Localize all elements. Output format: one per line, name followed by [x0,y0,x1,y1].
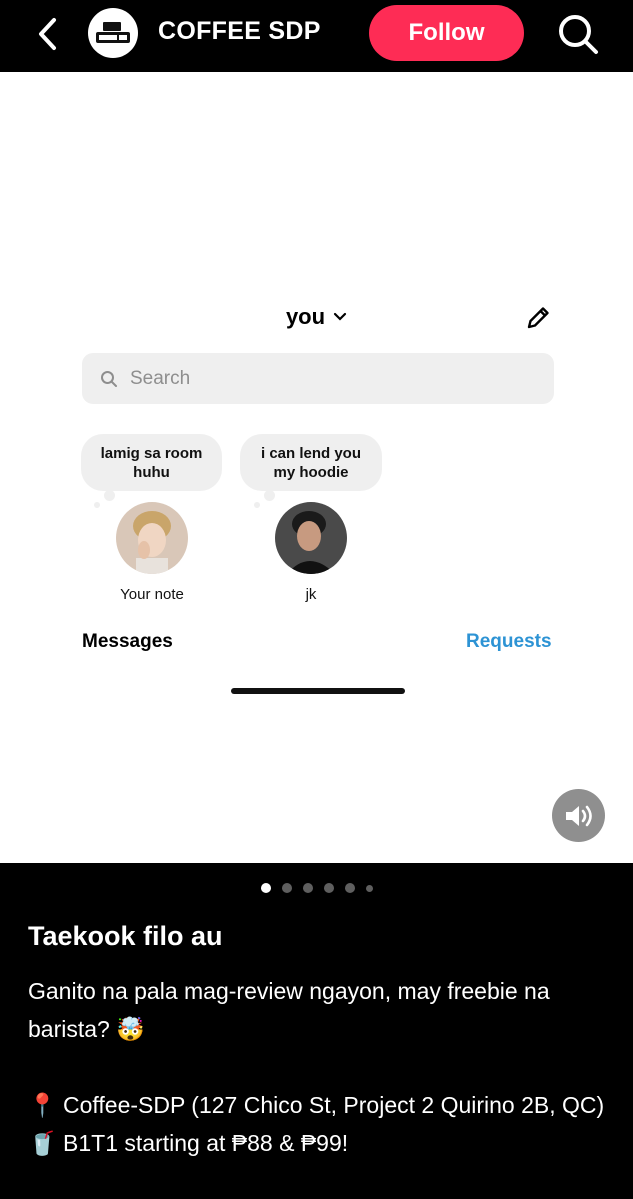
caption-line [28,1048,608,1086]
note-bubble-tail [94,502,100,508]
note-text: i can lend you my hoodie [260,444,362,481]
dm-username-label: you [285,304,326,329]
chevron-down-icon [333,312,347,321]
note-bubble-tail [254,502,260,508]
carousel-dot [365,884,373,892]
caption-line: 🥤 B1T1 starting at ₱88 & ₱99! [28,1130,349,1156]
home-indicator [231,688,405,694]
account-avatar[interactable] [88,8,138,58]
dm-search-placeholder: Search [130,367,191,389]
carousel-indicator [0,883,633,893]
post-media[interactable]: you Search lamig sa room huhu Your note [0,72,633,863]
carousel-dot [260,883,271,893]
follow-button[interactable]: Follow [369,5,524,61]
note-label: Your note [120,586,184,603]
tab-requests: Requests [466,631,552,652]
caption-line: 📍 Coffee-SDP (127 Chico St, Project 2 Qu… [28,1092,605,1118]
avatar [275,502,347,574]
carousel-dot [323,883,334,893]
dm-search-bar: Search [82,353,554,404]
speaker-icon [565,805,592,826]
note-bubble-tail [264,490,275,501]
search-button[interactable] [556,12,600,56]
note-label: jk [305,586,317,603]
carousel-dot [344,883,355,893]
sound-toggle-button[interactable] [552,789,605,842]
avatar [116,502,188,574]
caption-title: Taekook filo au [28,921,223,951]
caption-line: Ganito na pala mag-review ngayon, may fr… [28,978,557,1042]
carousel-dot [281,883,292,893]
note-bubble-tail [104,490,115,501]
note-text: lamig sa room huhu [100,444,203,481]
account-name[interactable]: COFFEE SDP [158,17,321,46]
chevron-left-icon [39,18,56,50]
search-icon [101,370,117,387]
search-icon [559,15,598,54]
carousel-dot [302,883,313,893]
note-bubble-jk: i can lend you my hoodie [240,434,382,491]
edit-icon [527,307,549,329]
note-bubble-your-note: lamig sa room huhu [81,434,222,491]
back-button[interactable] [30,14,66,54]
tab-messages: Messages [82,631,173,652]
post-caption: Taekook filo au Ganito na pala mag-revie… [28,921,608,1162]
coffee-sdp-logo [96,22,130,43]
top-bar: COFFEE SDP Follow [0,0,633,72]
dm-username: you [286,304,347,330]
